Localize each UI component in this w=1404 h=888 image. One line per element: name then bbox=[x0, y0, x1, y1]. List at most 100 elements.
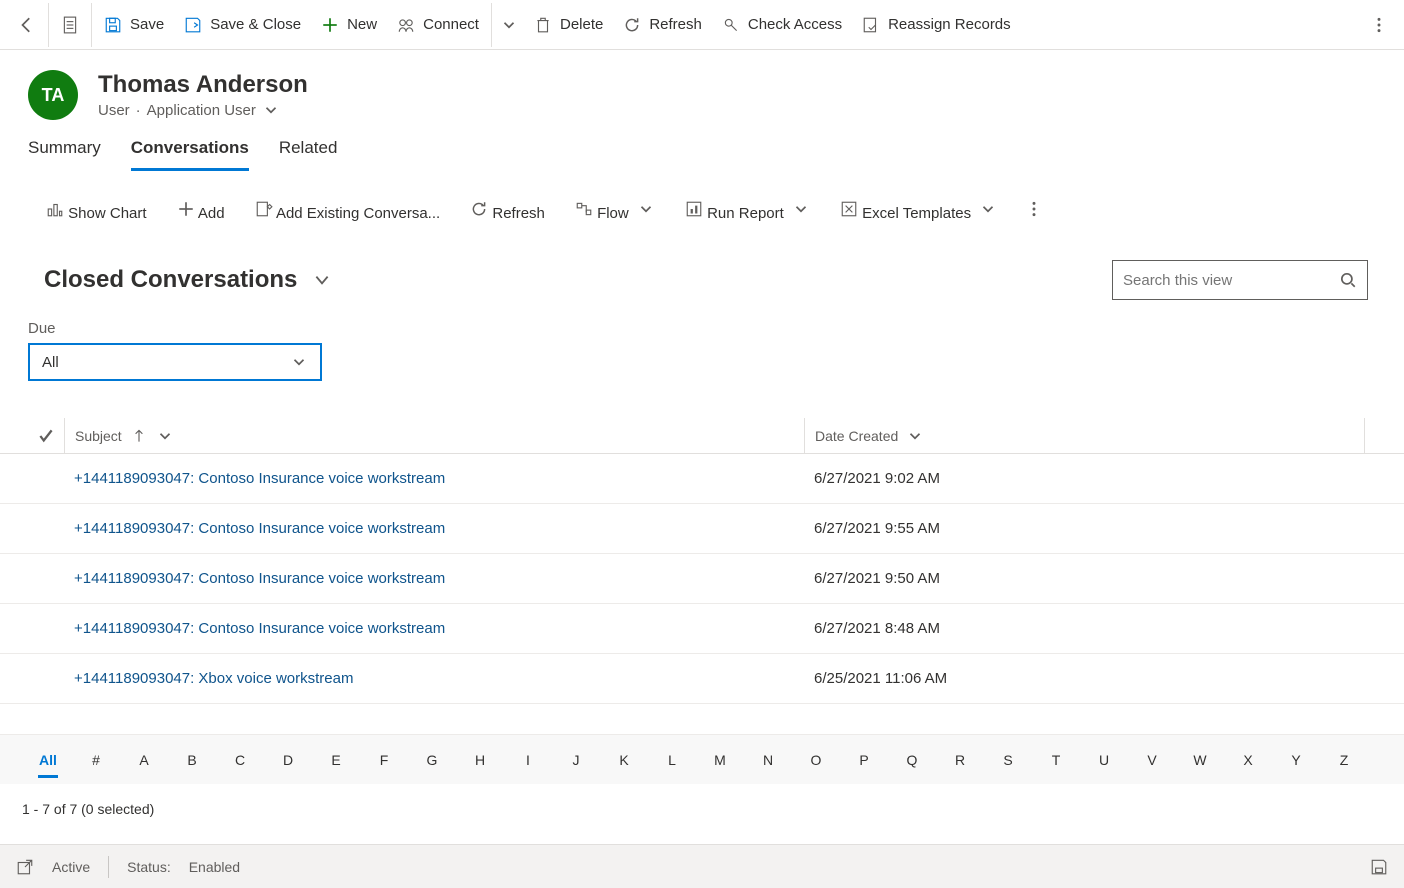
excel-templates-button[interactable]: Excel Templates bbox=[830, 200, 1007, 238]
refresh-button[interactable]: Refresh bbox=[613, 1, 712, 49]
alpha-R[interactable]: R bbox=[936, 752, 984, 768]
ribbon-overflow-button[interactable] bbox=[1362, 1, 1396, 49]
delete-button[interactable]: Delete bbox=[524, 1, 613, 49]
date-value: 6/27/2021 9:55 AM bbox=[814, 520, 940, 537]
reassign-icon bbox=[862, 16, 880, 34]
page-icon bbox=[61, 16, 79, 34]
subject-link[interactable]: +1441189093047: Contoso Insurance voice … bbox=[74, 570, 445, 587]
alpha-B[interactable]: B bbox=[168, 752, 216, 768]
alpha-X[interactable]: X bbox=[1224, 752, 1272, 768]
subject-link[interactable]: +1441189093047: Contoso Insurance voice … bbox=[74, 470, 445, 487]
select-all-column[interactable] bbox=[28, 427, 64, 445]
refresh-icon bbox=[470, 200, 488, 218]
alpha-Z[interactable]: Z bbox=[1320, 752, 1368, 768]
alpha-S[interactable]: S bbox=[984, 752, 1032, 768]
column-subject-label: Subject bbox=[75, 428, 122, 444]
view-name: Closed Conversations bbox=[44, 266, 297, 294]
tab-conversations[interactable]: Conversations bbox=[131, 138, 249, 171]
subgrid-overflow-button[interactable] bbox=[1017, 200, 1051, 238]
search-icon[interactable] bbox=[1339, 271, 1357, 289]
subject-link[interactable]: +1441189093047: Contoso Insurance voice … bbox=[74, 520, 445, 537]
alpha-D[interactable]: D bbox=[264, 752, 312, 768]
pager-text: 1 - 7 of 7 (0 selected) bbox=[0, 788, 1404, 830]
alpha-L[interactable]: L bbox=[648, 752, 696, 768]
alpha-U[interactable]: U bbox=[1080, 752, 1128, 768]
alpha-I[interactable]: I bbox=[504, 752, 552, 768]
tab-related[interactable]: Related bbox=[279, 138, 338, 171]
view-header-row: Closed Conversations bbox=[0, 238, 1404, 300]
add-existing-button[interactable]: Add Existing Conversa... bbox=[245, 200, 451, 238]
subject-link[interactable]: +1441189093047: Contoso Insurance voice … bbox=[74, 620, 445, 637]
flow-icon bbox=[575, 200, 593, 218]
save-close-button[interactable]: Save & Close bbox=[174, 1, 311, 49]
flow-label: Flow bbox=[597, 205, 629, 222]
column-header-subject[interactable]: Subject bbox=[64, 418, 804, 453]
alpha-E[interactable]: E bbox=[312, 752, 360, 768]
chevron-down-icon bbox=[637, 200, 655, 218]
tab-summary[interactable]: Summary bbox=[28, 138, 101, 171]
chevron-down-icon bbox=[313, 270, 331, 290]
view-selector[interactable]: Closed Conversations bbox=[44, 266, 331, 294]
dot-separator: · bbox=[136, 102, 141, 119]
chevron-down-icon[interactable] bbox=[156, 429, 174, 443]
alpha-G[interactable]: G bbox=[408, 752, 456, 768]
table-row[interactable]: +1441189093047: Contoso Insurance voice … bbox=[0, 454, 1404, 504]
table-row[interactable]: +1441189093047: Contoso Insurance voice … bbox=[0, 504, 1404, 554]
table-row[interactable]: +1441189093047: Contoso Insurance voice … bbox=[0, 554, 1404, 604]
chevron-down-icon[interactable] bbox=[906, 429, 924, 443]
add-button[interactable]: Add bbox=[167, 200, 235, 238]
alpha-All[interactable]: All bbox=[24, 752, 72, 768]
save-label: Save bbox=[130, 16, 164, 33]
save-button[interactable]: Save bbox=[94, 1, 174, 49]
due-label: Due bbox=[28, 320, 1376, 337]
form-selector[interactable]: Application User bbox=[147, 101, 280, 119]
table-row[interactable]: +1441189093047: Xbox voice workstream6/2… bbox=[0, 654, 1404, 704]
alpha-Y[interactable]: Y bbox=[1272, 752, 1320, 768]
flow-button[interactable]: Flow bbox=[565, 200, 665, 238]
separator bbox=[91, 3, 92, 47]
new-button[interactable]: New bbox=[311, 1, 387, 49]
search-input[interactable] bbox=[1123, 261, 1339, 299]
run-report-button[interactable]: Run Report bbox=[675, 200, 820, 238]
subject-link[interactable]: +1441189093047: Xbox voice workstream bbox=[74, 670, 354, 687]
subgrid-refresh-button[interactable]: Refresh bbox=[460, 200, 555, 238]
check-access-button[interactable]: Check Access bbox=[712, 1, 852, 49]
alpha-Q[interactable]: Q bbox=[888, 752, 936, 768]
view-search[interactable] bbox=[1112, 260, 1368, 300]
checkmark-icon bbox=[37, 427, 55, 445]
connect-split-button[interactable] bbox=[494, 1, 524, 49]
page-icon-button[interactable] bbox=[51, 1, 89, 49]
back-button[interactable] bbox=[8, 1, 46, 49]
subgrid-refresh-label: Refresh bbox=[492, 205, 545, 222]
reassign-button[interactable]: Reassign Records bbox=[852, 1, 1021, 49]
alpha-T[interactable]: T bbox=[1032, 752, 1080, 768]
alpha-H[interactable]: H bbox=[456, 752, 504, 768]
run-report-label: Run Report bbox=[707, 205, 784, 222]
popout-icon[interactable] bbox=[16, 858, 34, 876]
alpha-#[interactable]: # bbox=[72, 752, 120, 768]
connect-icon bbox=[397, 16, 415, 34]
check-access-label: Check Access bbox=[748, 16, 842, 33]
save-close-icon bbox=[184, 16, 202, 34]
due-select[interactable]: All bbox=[28, 343, 322, 381]
chevron-down-icon bbox=[262, 101, 280, 119]
alpha-J[interactable]: J bbox=[552, 752, 600, 768]
save-status-icon[interactable] bbox=[1370, 858, 1388, 876]
alpha-K[interactable]: K bbox=[600, 752, 648, 768]
connect-button[interactable]: Connect bbox=[387, 1, 489, 49]
alpha-O[interactable]: O bbox=[792, 752, 840, 768]
alpha-W[interactable]: W bbox=[1176, 752, 1224, 768]
table-row[interactable]: +1441189093047: Contoso Insurance voice … bbox=[0, 604, 1404, 654]
alpha-filter-strip: All#ABCDEFGHIJKLMNOPQRSTUVWXYZ bbox=[0, 734, 1404, 784]
alpha-N[interactable]: N bbox=[744, 752, 792, 768]
show-chart-button[interactable]: Show Chart bbox=[36, 200, 157, 238]
alpha-F[interactable]: F bbox=[360, 752, 408, 768]
alpha-V[interactable]: V bbox=[1128, 752, 1176, 768]
alpha-A[interactable]: A bbox=[120, 752, 168, 768]
report-icon bbox=[685, 200, 703, 218]
alpha-P[interactable]: P bbox=[840, 752, 888, 768]
column-header-date[interactable]: Date Created bbox=[804, 418, 1364, 453]
alpha-M[interactable]: M bbox=[696, 752, 744, 768]
alpha-C[interactable]: C bbox=[216, 752, 264, 768]
column-date-label: Date Created bbox=[815, 428, 898, 444]
